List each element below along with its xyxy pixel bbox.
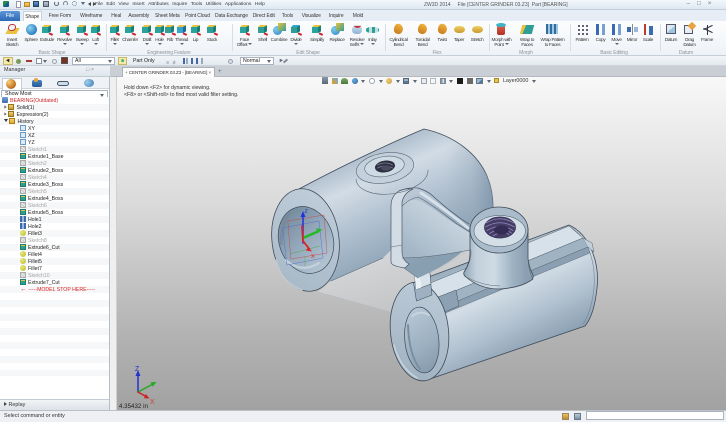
svg-text:Z: Z xyxy=(135,366,140,373)
svg-text:X: X xyxy=(150,399,155,406)
svg-text:X: X xyxy=(311,254,315,260)
